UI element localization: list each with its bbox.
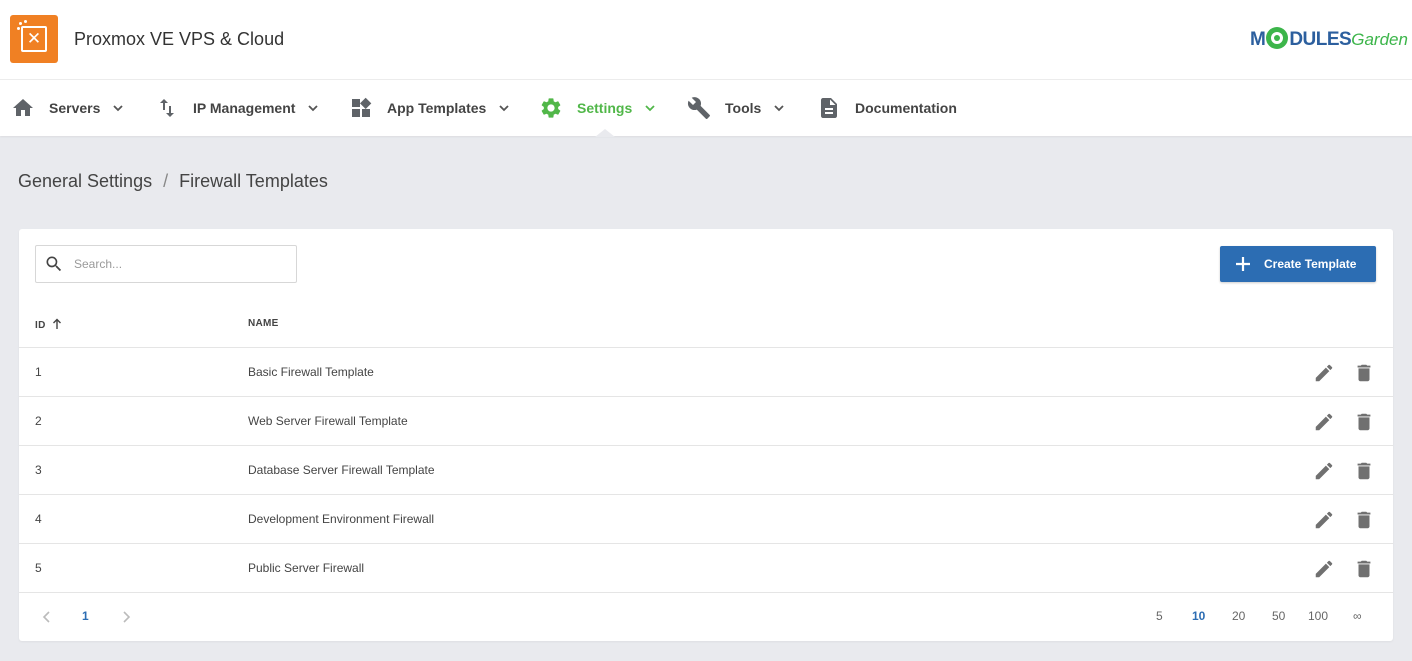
nav-item-app-templates[interactable]: App Templates — [349, 80, 510, 136]
breadcrumb: General Settings / Firewall Templates — [18, 171, 328, 192]
breadcrumb-separator: / — [163, 171, 169, 191]
create-template-button[interactable]: Create Template — [1220, 246, 1376, 282]
edit-icon[interactable] — [1313, 362, 1335, 384]
app-title: Proxmox VE VPS & Cloud — [74, 29, 285, 49]
search-icon — [46, 256, 62, 272]
chevron-down-icon — [113, 105, 124, 112]
page-size-option[interactable]: 5 — [1156, 609, 1163, 623]
cell-name: Public Server Firewall — [248, 561, 365, 575]
page-size-option[interactable]: 20 — [1232, 609, 1245, 623]
main-navigation: Servers IP Management App Templates Sett… — [0, 80, 1412, 136]
table-row: 2 Web Server Firewall Template — [19, 397, 1393, 446]
cell-name: Web Server Firewall Template — [248, 414, 408, 428]
sort-ascending-icon — [52, 318, 61, 329]
edit-icon[interactable] — [1313, 558, 1335, 580]
search-box[interactable] — [35, 245, 297, 283]
active-nav-indicator — [595, 129, 615, 137]
cell-name: Database Server Firewall Template — [248, 463, 435, 477]
cell-id: 4 — [35, 512, 42, 526]
plus-icon — [1236, 257, 1250, 271]
edit-icon[interactable] — [1313, 509, 1335, 531]
cell-id: 3 — [35, 463, 42, 477]
table-row: 1 Basic Firewall Template — [19, 348, 1393, 397]
breadcrumb-current: Firewall Templates — [179, 171, 328, 191]
trash-icon[interactable] — [1353, 558, 1375, 580]
nav-item-documentation[interactable]: Documentation — [817, 80, 957, 136]
create-template-label: Create Template — [1264, 257, 1357, 271]
swap-vertical-icon — [160, 99, 174, 117]
widgets-icon — [352, 97, 372, 117]
templates-card: Create Template ID NAME 1 Basic Firewall … — [19, 229, 1393, 641]
trash-icon[interactable] — [1353, 362, 1375, 384]
page-size-option[interactable]: 100 — [1308, 609, 1328, 623]
nav-item-ip-management[interactable]: IP Management — [155, 80, 319, 136]
nav-item-tools[interactable]: Tools — [687, 80, 785, 136]
search-input[interactable] — [74, 246, 292, 282]
table-row: 5 Public Server Firewall — [19, 544, 1393, 593]
nav-item-settings[interactable]: Settings — [539, 80, 656, 136]
edit-icon[interactable] — [1313, 460, 1335, 482]
document-icon — [821, 98, 837, 118]
edit-icon[interactable] — [1313, 411, 1335, 433]
page-size-option[interactable]: 50 — [1272, 609, 1285, 623]
modulesgarden-logo[interactable]: M DULESGarden — [1250, 27, 1408, 53]
cell-id: 1 — [35, 365, 42, 379]
cell-name: Basic Firewall Template — [248, 365, 374, 379]
page-number-current[interactable]: 1 — [82, 609, 89, 623]
cell-id: 5 — [35, 561, 42, 575]
page-size-option[interactable]: 10 — [1192, 609, 1205, 623]
trash-icon[interactable] — [1353, 411, 1375, 433]
top-bar: ✕ Proxmox VE VPS & Cloud M DULESGarden — [0, 0, 1412, 80]
page-size-option[interactable]: ∞ — [1353, 609, 1362, 623]
trash-icon[interactable] — [1353, 460, 1375, 482]
proxmox-logo-icon[interactable]: ✕ — [10, 15, 58, 63]
chevron-down-icon — [645, 105, 655, 112]
table-row: 4 Development Environment Firewall — [19, 495, 1393, 544]
chevron-down-icon — [774, 105, 784, 112]
chevron-right-icon[interactable] — [118, 609, 134, 625]
cell-id: 2 — [35, 414, 42, 428]
nav-item-servers[interactable]: Servers — [11, 80, 124, 136]
wrench-icon — [687, 97, 710, 119]
pagination: 1 5 10 20 50 100 ∞ — [19, 593, 1393, 641]
table-header: ID NAME — [19, 301, 1393, 348]
chevron-down-icon — [499, 105, 509, 112]
cell-name: Development Environment Firewall — [248, 512, 435, 526]
gear-icon — [541, 98, 561, 118]
trash-icon[interactable] — [1353, 509, 1375, 531]
column-header-id[interactable]: ID — [35, 318, 62, 331]
breadcrumb-parent[interactable]: General Settings — [18, 171, 152, 191]
column-header-name[interactable]: NAME — [248, 318, 279, 329]
chevron-down-icon — [308, 105, 319, 112]
home-icon — [13, 99, 33, 116]
chevron-left-icon[interactable] — [39, 609, 55, 625]
table-row: 3 Database Server Firewall Template — [19, 446, 1393, 495]
